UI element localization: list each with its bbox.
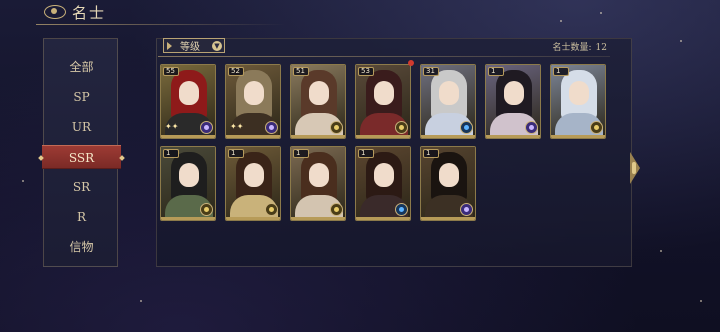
page-title: 名士 <box>72 4 107 22</box>
card-frame-edge <box>356 217 410 220</box>
hero-portrait-face <box>439 81 459 105</box>
level-badge: 51 <box>293 67 309 76</box>
purple-element-icon <box>265 121 278 134</box>
sidebar-item-sr[interactable]: SR <box>44 175 119 199</box>
hero-count-value: 12 <box>595 43 607 53</box>
dropdown-marker-icon <box>167 41 172 50</box>
cloud-emblem-icon <box>44 5 66 19</box>
sparkle-icon: ✦✦ <box>230 122 244 131</box>
card-frame-edge <box>421 135 475 138</box>
purple-element-icon <box>525 121 538 134</box>
purple-element-icon <box>460 203 473 216</box>
blue-element-icon <box>460 121 473 134</box>
level-badge: 31 <box>423 67 439 76</box>
level-badge: 1 <box>553 67 569 76</box>
sidebar-item-r[interactable]: R <box>44 205 119 229</box>
sidebar-item-ssr[interactable]: SSR <box>42 145 121 169</box>
card-frame-edge <box>421 217 475 220</box>
hero-portrait-face <box>179 81 199 105</box>
card-frame-edge <box>551 135 605 138</box>
hero-card[interactable]: 1 <box>355 146 411 221</box>
level-badge: 52 <box>228 67 244 76</box>
level-badge: 55 <box>163 67 179 76</box>
hero-card[interactable]: 52 ✦✦ <box>225 64 281 139</box>
sparkle-icon: ✦✦ <box>165 122 179 131</box>
level-badge: 1 <box>163 149 179 158</box>
yellow-element-icon <box>200 203 213 216</box>
purple-element-icon <box>200 121 213 134</box>
hero-portrait-face <box>569 81 589 105</box>
level-badge: 1 <box>228 149 244 158</box>
hero-count: 名士数量: 12 <box>553 40 608 53</box>
sidebar-item-sp[interactable]: SP <box>44 85 119 109</box>
level-badge: 1 <box>423 149 439 158</box>
hero-card[interactable]: 1 <box>485 64 541 139</box>
hero-card[interactable]: 1 <box>160 146 216 221</box>
sidebar-item-ur[interactable]: UR <box>44 115 119 139</box>
header: 名士 <box>0 0 720 26</box>
hero-card[interactable]: 1 <box>225 146 281 221</box>
chevron-down-icon: ▼ <box>212 41 222 51</box>
category-sidebar: 全部 SP UR SSR SR R 信物 <box>42 38 121 267</box>
level-badge: 53 <box>358 67 374 76</box>
card-frame-edge <box>226 217 280 220</box>
new-badge-dot <box>408 60 414 66</box>
hero-portrait-face <box>244 81 264 105</box>
card-frame-edge <box>161 135 215 138</box>
card-frame-edge <box>356 135 410 138</box>
card-frame-edge <box>291 217 345 220</box>
hero-count-label: 名士数量: <box>552 43 592 53</box>
card-frame-edge <box>161 217 215 220</box>
card-frame-edge <box>486 135 540 138</box>
yellow-element-icon <box>590 121 603 134</box>
sidebar-item-tokens[interactable]: 信物 <box>44 235 119 259</box>
hero-card[interactable]: 53 <box>355 64 411 139</box>
sort-label: 等级 <box>180 42 200 53</box>
sidebar-item-all[interactable]: 全部 <box>44 55 119 79</box>
level-badge: 1 <box>293 149 309 158</box>
hero-card[interactable]: 55 ✦✦ <box>160 64 216 139</box>
hero-card[interactable]: 31 <box>420 64 476 139</box>
arrow-right-icon[interactable] <box>630 148 642 188</box>
hero-portrait-face <box>374 163 394 187</box>
hero-portrait-face <box>309 163 329 187</box>
toolbar-divider <box>158 56 610 57</box>
sort-dropdown[interactable]: 等级 ▼ <box>163 38 225 53</box>
hero-portrait-face <box>244 163 264 187</box>
yellow-element-icon <box>395 121 408 134</box>
hero-card[interactable]: 1 <box>420 146 476 221</box>
header-divider <box>36 24 286 25</box>
hero-portrait-face <box>179 163 199 187</box>
yellow-element-icon <box>330 121 343 134</box>
hero-portrait-face <box>374 81 394 105</box>
hero-card[interactable]: 51 <box>290 64 346 139</box>
hero-card[interactable]: 1 <box>550 64 606 139</box>
level-badge: 1 <box>488 67 504 76</box>
hero-card[interactable]: 1 <box>290 146 346 221</box>
blue-element-icon <box>395 203 408 216</box>
hero-portrait-face <box>439 163 459 187</box>
card-frame-edge <box>291 135 345 138</box>
yellow-element-icon <box>330 203 343 216</box>
level-badge: 1 <box>358 149 374 158</box>
yellow-element-icon <box>265 203 278 216</box>
hero-portrait-face <box>309 81 329 105</box>
hero-portrait-face <box>504 81 524 105</box>
card-frame-edge <box>226 135 280 138</box>
